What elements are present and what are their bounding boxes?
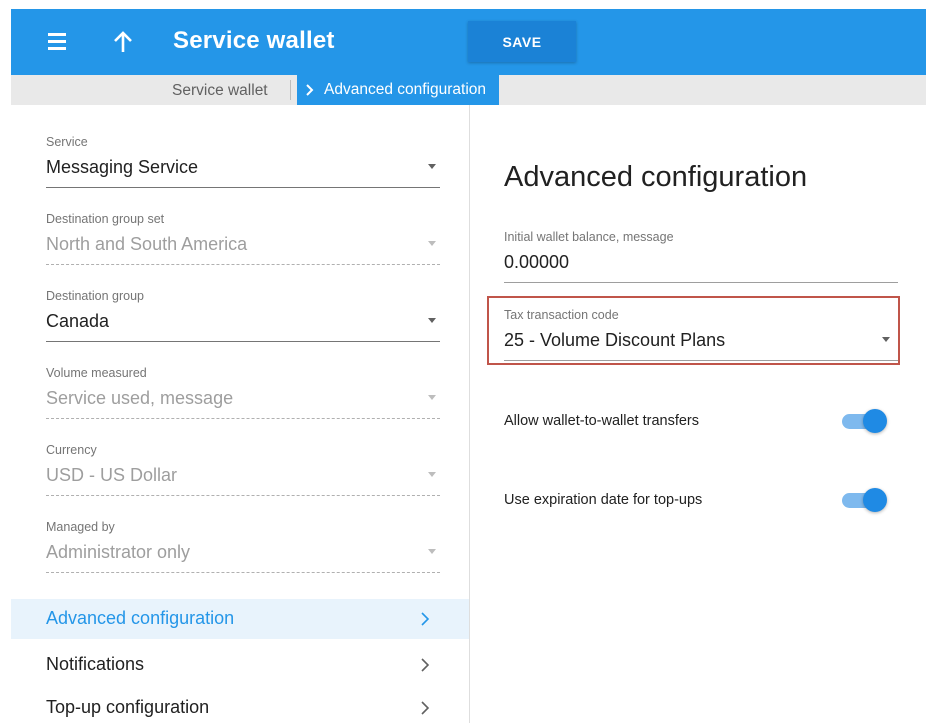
breadcrumb-item-service-wallet[interactable]: Service wallet (172, 82, 268, 100)
dropdown-arrow-icon (882, 337, 890, 342)
field-label: Service (46, 135, 88, 149)
breadcrumb-item-current: Advanced configuration (297, 75, 500, 105)
breadcrumb-current-label: Advanced configuration (324, 81, 487, 98)
nav-item-label: Notifications (46, 654, 145, 674)
nav-item-notifications[interactable]: Notifications (11, 645, 469, 685)
breadcrumb-divider (290, 80, 291, 100)
field-value: Canada (46, 311, 110, 331)
field-label: Destination group set (46, 212, 165, 226)
toggle-label: Use expiration date for top-ups (504, 492, 703, 508)
field-value: Service used, message (46, 388, 234, 408)
left-panel: Service Messaging Service Destination gr… (11, 105, 470, 723)
breadcrumb: Service wallet Advanced configuration (11, 75, 926, 105)
field-label: Currency (46, 443, 97, 457)
field-value: Administrator only (46, 542, 191, 562)
nav-item-label: Advanced configuration (46, 608, 235, 628)
field-value: 25 - Volume Discount Plans (504, 330, 726, 350)
dropdown-arrow-icon (428, 164, 436, 169)
nav-item-label: Top-up configuration (46, 697, 210, 717)
section-title: Advanced configuration (504, 161, 808, 193)
field-label: Managed by (46, 520, 115, 534)
field-value: 0.00000 (504, 252, 570, 272)
toggle-label: Allow wallet-to-wallet transfers (504, 413, 700, 429)
dropdown-arrow-icon (428, 549, 436, 554)
toggle-row-wallet-transfers: Allow wallet-to-wallet transfers (504, 405, 894, 435)
nav-item-advanced-configuration[interactable]: Advanced configuration (11, 599, 469, 639)
field-label: Initial wallet balance, message (504, 230, 674, 244)
field-value: North and South America (46, 234, 248, 254)
field-value: Messaging Service (46, 157, 199, 177)
chevron-right-icon (305, 83, 314, 97)
dropdown-arrow-icon (428, 395, 436, 400)
chevron-right-icon (419, 700, 431, 716)
use-expiration-date-toggle[interactable] (842, 488, 888, 512)
page-title: Service wallet (173, 27, 335, 54)
right-panel: Advanced configuration Initial wallet ba… (470, 105, 926, 723)
allow-wallet-transfers-toggle[interactable] (842, 409, 888, 433)
dropdown-arrow-icon (428, 472, 436, 477)
top-app-bar: Service wallet SAVE (11, 9, 926, 75)
field-label: Destination group (46, 289, 144, 303)
toggle-row-expiration-date: Use expiration date for top-ups (504, 484, 894, 514)
field-label: Volume measured (46, 366, 147, 380)
chevron-right-icon (419, 611, 431, 627)
app-window: Service wallet SAVE Service wallet Advan… (11, 9, 926, 723)
nav-item-top-up-configuration[interactable]: Top-up configuration (11, 688, 469, 723)
dropdown-arrow-icon (428, 318, 436, 323)
arrow-up-icon[interactable] (109, 28, 137, 56)
hamburger-menu-icon[interactable] (45, 33, 69, 51)
field-value: USD - US Dollar (46, 465, 178, 485)
dropdown-arrow-icon (428, 241, 436, 246)
chevron-right-icon (419, 657, 431, 673)
save-button[interactable]: SAVE (468, 21, 576, 62)
field-label: Tax transaction code (504, 308, 619, 322)
